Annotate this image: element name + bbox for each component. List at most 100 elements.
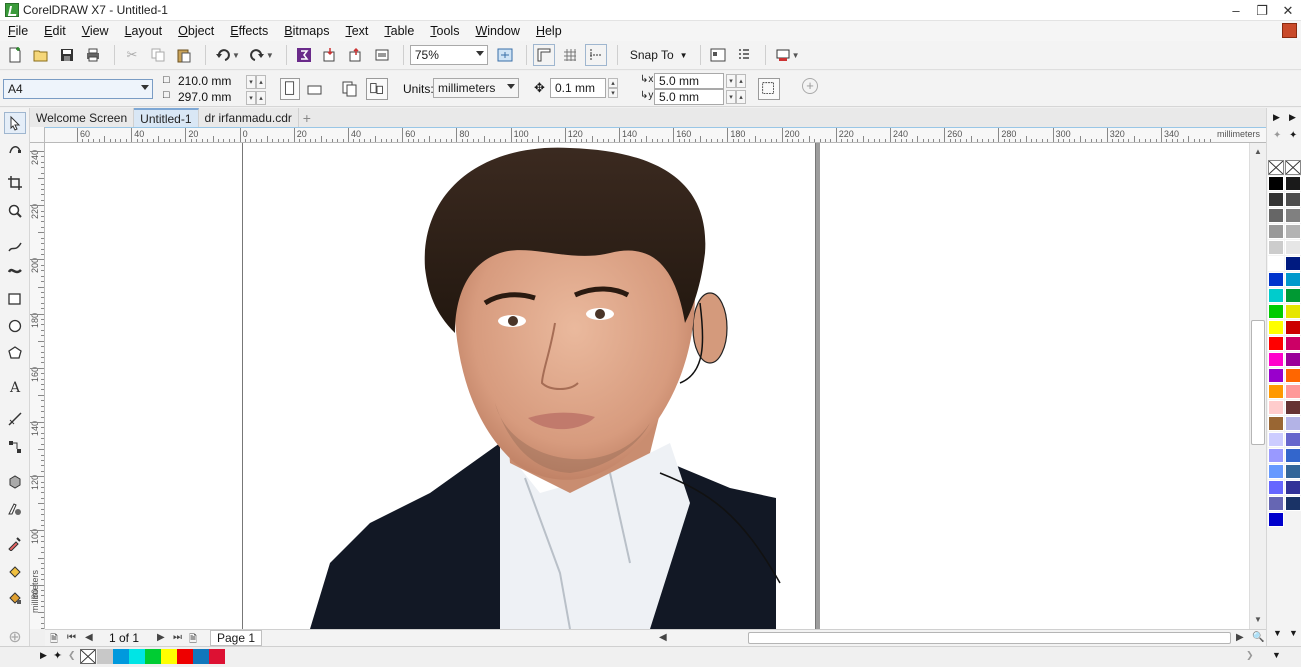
options-icon[interactable] bbox=[733, 44, 755, 66]
page-height-value[interactable]: 297.0 mm bbox=[178, 90, 231, 104]
color-swatch[interactable] bbox=[1285, 304, 1301, 319]
scroll-left-icon[interactable]: ◀ bbox=[659, 632, 667, 643]
color-swatch[interactable] bbox=[1268, 416, 1284, 431]
new-document-button[interactable] bbox=[4, 44, 26, 66]
portrait-button[interactable] bbox=[280, 78, 300, 100]
page-width-value[interactable]: 210.0 mm bbox=[178, 74, 231, 88]
restore-button[interactable]: ❐ bbox=[1249, 0, 1275, 21]
color-swatch[interactable] bbox=[1285, 256, 1301, 271]
color-swatch[interactable] bbox=[1285, 448, 1301, 463]
first-page-icon[interactable]: ⏮ bbox=[67, 632, 76, 643]
tab-untitled-1[interactable]: Untitled-1 bbox=[134, 108, 199, 127]
polygon-tool-icon[interactable] bbox=[4, 342, 26, 364]
ruler-origin[interactable] bbox=[30, 127, 45, 143]
width-spin-down[interactable]: ▾ bbox=[246, 75, 256, 89]
color-swatch[interactable] bbox=[1285, 464, 1301, 479]
doc-palette-expand-icon[interactable]: ▶ bbox=[40, 650, 47, 661]
current-page-button[interactable] bbox=[366, 78, 388, 100]
dup-y-spin-down[interactable]: ▾ bbox=[726, 90, 736, 104]
document-color-swatch[interactable] bbox=[97, 649, 113, 664]
rectangle-tool-icon[interactable] bbox=[4, 288, 26, 310]
menu-help[interactable]: Help bbox=[528, 24, 570, 38]
doc-palette-scroll-left-icon[interactable]: ❮ bbox=[68, 650, 76, 661]
page-size-combo[interactable]: A4 bbox=[3, 79, 153, 99]
nudge-spin-up[interactable]: ▴ bbox=[608, 78, 618, 88]
color-swatch[interactable] bbox=[1268, 400, 1284, 415]
prev-page-icon[interactable]: ◀ bbox=[85, 632, 93, 643]
color-swatch[interactable] bbox=[1268, 192, 1284, 207]
palette-scroll-down-icon[interactable]: ▼ bbox=[1273, 628, 1282, 638]
duplicate-y-field[interactable]: 5.0 mm bbox=[654, 89, 724, 105]
add-tool-icon[interactable]: ⊕ bbox=[4, 626, 26, 648]
menu-bitmaps[interactable]: Bitmaps bbox=[276, 24, 337, 38]
transparency-tool-icon[interactable] bbox=[4, 498, 26, 520]
page-tab[interactable]: Page 1 bbox=[210, 630, 263, 646]
portrait-photo[interactable] bbox=[310, 143, 785, 629]
redo-dropdown-icon[interactable]: ▼ bbox=[266, 51, 274, 60]
scroll-down-icon[interactable]: ▼ bbox=[1254, 615, 1262, 624]
color-swatch[interactable] bbox=[1285, 352, 1301, 367]
show-guidelines-icon[interactable] bbox=[584, 44, 607, 66]
color-swatch[interactable] bbox=[1285, 320, 1301, 335]
doc-palette-options-icon[interactable]: ▼ bbox=[1272, 650, 1281, 660]
nudge-distance-field[interactable]: 0.1 mm bbox=[550, 78, 606, 98]
color-swatch[interactable] bbox=[1285, 384, 1301, 399]
duplicate-x-field[interactable]: 5.0 mm bbox=[654, 73, 724, 89]
export-icon[interactable] bbox=[345, 44, 367, 66]
color-swatch[interactable] bbox=[1285, 272, 1301, 287]
color-swatch[interactable] bbox=[1285, 240, 1301, 255]
menu-tools[interactable]: Tools bbox=[422, 24, 467, 38]
snap-to-button[interactable]: Snap To ▼ bbox=[624, 48, 694, 62]
user-account-icon[interactable] bbox=[1282, 23, 1297, 38]
redo-icon[interactable] bbox=[246, 44, 268, 66]
copy-icon[interactable] bbox=[147, 44, 169, 66]
color-swatch[interactable] bbox=[1285, 400, 1301, 415]
color-swatch[interactable] bbox=[1268, 448, 1284, 463]
menu-effects[interactable]: Effects bbox=[222, 24, 276, 38]
menu-view[interactable]: View bbox=[74, 24, 117, 38]
all-pages-button[interactable] bbox=[340, 79, 360, 99]
document-color-swatch[interactable] bbox=[177, 649, 193, 664]
connector-tool-icon[interactable] bbox=[4, 436, 26, 458]
palette-scroll-right-icon[interactable]: ▶ bbox=[1273, 112, 1280, 123]
document-color-swatch[interactable] bbox=[129, 649, 145, 664]
drop-shadow-tool-icon[interactable] bbox=[4, 470, 26, 492]
show-grid-icon[interactable] bbox=[559, 44, 581, 66]
no-color-swatch[interactable] bbox=[1285, 160, 1301, 175]
vertical-scroll-thumb[interactable] bbox=[1251, 320, 1265, 445]
color-swatch[interactable] bbox=[1285, 208, 1301, 223]
color-swatch[interactable] bbox=[1268, 224, 1284, 239]
no-color-swatch[interactable] bbox=[1268, 160, 1284, 175]
color-swatch[interactable] bbox=[1268, 368, 1284, 383]
palette-options-icon[interactable]: ▶ bbox=[1289, 112, 1296, 123]
freehand-tool-icon[interactable] bbox=[4, 236, 26, 258]
color-swatch[interactable] bbox=[1268, 256, 1284, 271]
horizontal-scroll-thumb[interactable] bbox=[748, 632, 1231, 644]
document-color-swatch[interactable] bbox=[161, 649, 177, 664]
doc-no-color-swatch[interactable] bbox=[80, 649, 96, 664]
menu-file[interactable]: File bbox=[0, 24, 36, 38]
color-swatch[interactable] bbox=[1285, 432, 1301, 447]
landscape-button[interactable] bbox=[305, 80, 325, 100]
color-swatch[interactable] bbox=[1268, 336, 1284, 351]
horizontal-ruler[interactable]: 60 40 20 0 20 40 60 80 100 120 140 160 180 200 220 240 2… bbox=[45, 127, 1266, 143]
doc-palette-scroll-right-icon[interactable]: ❯ bbox=[1246, 650, 1254, 661]
full-screen-icon[interactable] bbox=[494, 44, 516, 66]
color-swatch[interactable] bbox=[1268, 384, 1284, 399]
next-page-icon[interactable]: ▶ bbox=[157, 632, 165, 643]
color-swatch[interactable] bbox=[1285, 288, 1301, 303]
open-button[interactable] bbox=[30, 44, 52, 66]
color-swatch[interactable] bbox=[1268, 240, 1284, 255]
print-button[interactable] bbox=[82, 44, 104, 66]
new-tab-icon[interactable]: + bbox=[299, 108, 315, 127]
search-content-icon[interactable] bbox=[293, 44, 315, 66]
color-swatch[interactable] bbox=[1285, 480, 1301, 495]
menu-window[interactable]: Window bbox=[467, 24, 527, 38]
zoom-tool-icon[interactable] bbox=[4, 200, 26, 222]
undo-dropdown-icon[interactable]: ▼ bbox=[232, 51, 240, 60]
palette-eyedropper-icon[interactable]: ✦ bbox=[1289, 130, 1297, 141]
menu-layout[interactable]: Layout bbox=[117, 24, 171, 38]
navigator-zoom-icon[interactable]: 🔍 bbox=[1252, 632, 1264, 643]
color-swatch[interactable] bbox=[1268, 288, 1284, 303]
smart-fill-tool-icon[interactable] bbox=[4, 586, 26, 608]
